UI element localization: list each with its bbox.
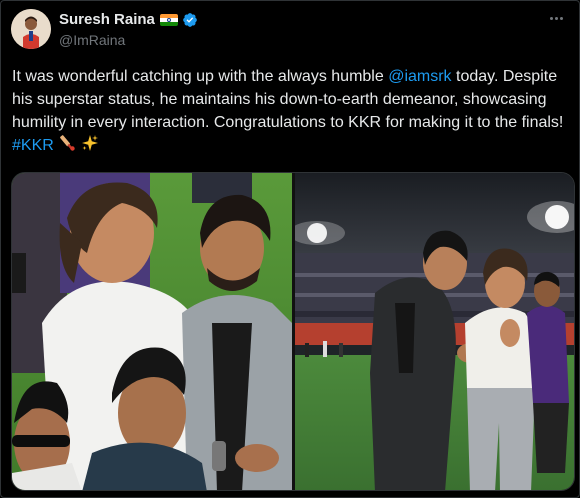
photo-left[interactable] <box>12 173 292 490</box>
dot <box>549 16 553 20</box>
more-options-button[interactable] <box>545 7 567 29</box>
author-name[interactable]: Suresh Raina <box>59 11 155 28</box>
photo-right[interactable] <box>295 173 574 490</box>
verified-badge-icon <box>183 12 197 27</box>
dot <box>554 16 558 20</box>
avatar[interactable] <box>11 9 51 49</box>
tweet-card: Suresh Raina @ImRaina It was wonderful c… <box>0 0 580 498</box>
media-grid[interactable] <box>11 172 575 491</box>
author-name-row[interactable]: Suresh Raina <box>59 11 198 28</box>
tweet-text: It was wonderful catching up with the al… <box>12 65 572 157</box>
cricket-bat-icon <box>60 135 75 151</box>
tweet-text-start: It was wonderful catching up with the al… <box>12 68 389 85</box>
dot <box>559 16 563 20</box>
author-handle[interactable]: @ImRaina <box>59 32 125 48</box>
mention-link[interactable]: @iamsrk <box>388 68 451 85</box>
sparkles-icon <box>81 135 98 151</box>
hashtag-link[interactable]: #KKR <box>12 137 54 154</box>
india-flag-icon <box>159 13 178 26</box>
